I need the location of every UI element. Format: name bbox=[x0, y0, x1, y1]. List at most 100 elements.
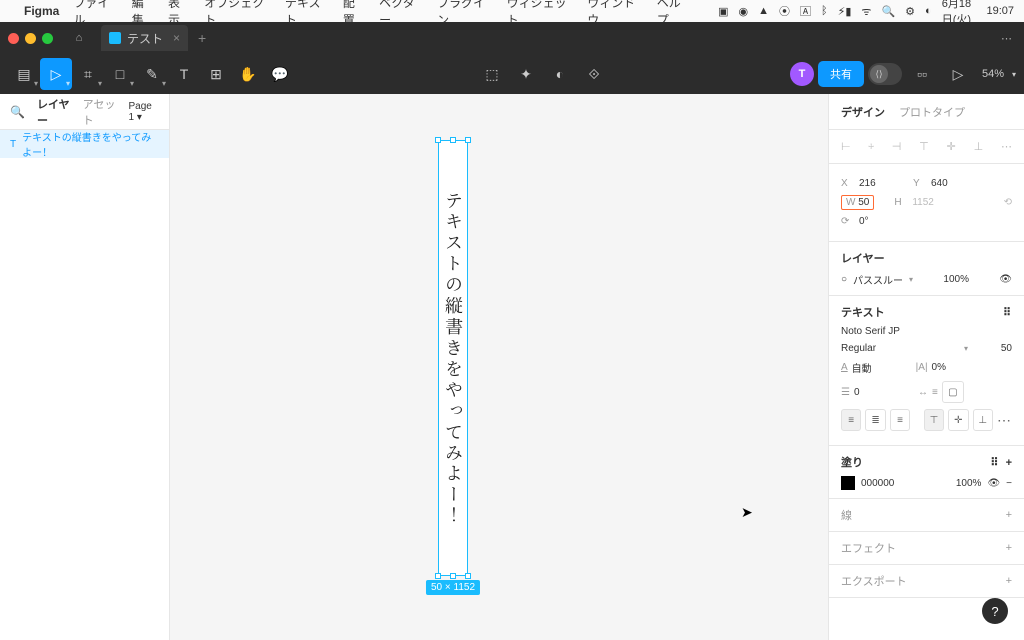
canvas[interactable]: テキストの縦書きをやってみよー！ 50 × 1152 ➤ bbox=[170, 94, 828, 640]
zoom-chevron-icon[interactable]: ▾ bbox=[1012, 70, 1016, 79]
time-label[interactable]: 19:07 bbox=[986, 5, 1014, 17]
new-tab-button[interactable]: + bbox=[198, 30, 206, 46]
home-button[interactable]: ⌂ bbox=[65, 26, 93, 50]
battery-icon[interactable]: ⚡︎▮ bbox=[838, 5, 852, 18]
zoom-control[interactable]: 54% bbox=[982, 68, 1004, 80]
main-menu-button[interactable]: ▤▾ bbox=[8, 58, 40, 90]
window-max-icon[interactable] bbox=[42, 33, 53, 44]
resources-tool[interactable]: ⊞ bbox=[200, 58, 232, 90]
align-hcenter-icon[interactable]: ⧾ bbox=[868, 140, 874, 153]
pen-tool[interactable]: ✎▾ bbox=[136, 58, 168, 90]
text-settings-icon[interactable]: ⠿ bbox=[1003, 306, 1012, 319]
letterspacing-input[interactable]: 0% bbox=[932, 362, 946, 373]
autowidth-icon[interactable]: ↔ bbox=[918, 387, 928, 398]
type-more-icon[interactable]: ⋯ bbox=[997, 412, 1012, 429]
bluetooth-icon[interactable]: ᛒ bbox=[821, 5, 828, 17]
autoheight-icon[interactable]: ≡ bbox=[932, 387, 938, 398]
comment-tool[interactable]: 💬 bbox=[264, 58, 296, 90]
text-align-left-icon[interactable]: ≡ bbox=[841, 409, 861, 431]
app-name[interactable]: Figma bbox=[24, 4, 59, 18]
assets-tab[interactable]: アセット bbox=[83, 96, 117, 128]
status-icon-box[interactable]: 🄰 bbox=[800, 3, 811, 19]
tab-design[interactable]: デザイン bbox=[841, 104, 885, 120]
control-center-icon[interactable]: ⚙ bbox=[905, 5, 915, 18]
tab-close-icon[interactable]: × bbox=[173, 31, 180, 45]
y-input[interactable]: 640 bbox=[931, 178, 979, 189]
align-top-icon[interactable]: ⊤ bbox=[919, 140, 929, 153]
align-vcenter-icon[interactable]: ✛ bbox=[947, 140, 956, 153]
font-weight[interactable]: Regular bbox=[841, 343, 960, 354]
add-fill-icon[interactable]: + bbox=[1006, 457, 1012, 469]
resize-handle-tr[interactable] bbox=[465, 137, 471, 143]
window-close-icon[interactable] bbox=[8, 33, 19, 44]
fill-visibility-icon[interactable]: 👁 bbox=[987, 478, 1000, 489]
font-family[interactable]: Noto Serif JP bbox=[841, 326, 1012, 337]
status-icon-rec[interactable]: ⦿ bbox=[779, 3, 790, 19]
library-icon[interactable]: ▫▫ bbox=[906, 58, 938, 90]
lineheight-input[interactable]: 自動 bbox=[852, 360, 902, 375]
fill-swatch[interactable] bbox=[841, 476, 855, 490]
constrain-icon[interactable]: ⟲ bbox=[1004, 197, 1012, 208]
present-icon[interactable]: ▷ bbox=[942, 58, 974, 90]
text-align-center-icon[interactable]: ≣ bbox=[865, 409, 885, 431]
edit-object-icon[interactable]: ⬚ bbox=[476, 58, 508, 90]
figma-status-icon[interactable]: ▣ bbox=[718, 5, 728, 18]
share-button[interactable]: 共有 bbox=[818, 61, 864, 87]
text-align-top-icon[interactable]: ⊤ bbox=[924, 409, 944, 431]
line-icon[interactable]: ◉ bbox=[739, 5, 749, 18]
file-tab[interactable]: テスト × bbox=[101, 25, 188, 51]
move-tool[interactable]: ▷▾ bbox=[40, 58, 72, 90]
devmode-toggle[interactable]: ⟨⟩ bbox=[868, 63, 902, 85]
paragraph-input[interactable]: 0 bbox=[854, 387, 904, 398]
resize-handle-bm[interactable] bbox=[450, 573, 456, 579]
align-right-icon[interactable]: ⊣ bbox=[892, 140, 902, 153]
hand-tool[interactable]: ✋ bbox=[232, 58, 264, 90]
shape-tool[interactable]: □▾ bbox=[104, 58, 136, 90]
tabbar-more-icon[interactable]: ⋯ bbox=[1001, 32, 1012, 45]
fill-opacity[interactable]: 100% bbox=[956, 478, 982, 489]
mask-icon[interactable]: ◐ bbox=[544, 58, 576, 90]
link-icon[interactable]: ⟐ bbox=[578, 58, 610, 90]
align-left-icon[interactable]: ⊢ bbox=[841, 140, 851, 153]
fill-hex[interactable]: 000000 bbox=[861, 478, 894, 489]
remove-fill-icon[interactable]: − bbox=[1006, 478, 1012, 489]
frame-tool[interactable]: ⌗▾ bbox=[72, 58, 104, 90]
text-align-right-icon[interactable]: ≡ bbox=[890, 409, 910, 431]
search-icon[interactable]: 🔍 bbox=[10, 105, 25, 119]
status-icon-a[interactable]: ▲ bbox=[758, 5, 769, 17]
resize-handle-br[interactable] bbox=[465, 573, 471, 579]
layer-row[interactable]: T テキストの縦書きをやってみよー！ bbox=[0, 130, 169, 158]
visibility-icon[interactable]: 👁 bbox=[999, 274, 1012, 285]
siri-icon[interactable]: ◐ bbox=[925, 5, 932, 17]
resize-handle-tl[interactable] bbox=[435, 137, 441, 143]
x-input[interactable]: 216 bbox=[859, 178, 907, 189]
fixedsize-icon[interactable]: ▢ bbox=[942, 381, 964, 403]
page-selector[interactable]: Page 1 ▾ bbox=[128, 101, 159, 123]
text-align-middle-icon[interactable]: ✛ bbox=[948, 409, 968, 431]
resize-handle-tm[interactable] bbox=[450, 137, 456, 143]
help-button[interactable]: ? bbox=[982, 598, 1008, 624]
text-align-bottom-icon[interactable]: ⊥ bbox=[973, 409, 993, 431]
h-input[interactable]: 1152 bbox=[912, 197, 960, 208]
fill-style-icon[interactable]: ⠿ bbox=[990, 457, 999, 469]
avatar[interactable]: T bbox=[790, 62, 814, 86]
add-stroke-icon[interactable]: + bbox=[1006, 509, 1012, 521]
align-more-icon[interactable]: ⋯ bbox=[1001, 140, 1012, 153]
resize-handle-bl[interactable] bbox=[435, 573, 441, 579]
add-effect-icon[interactable]: + bbox=[1006, 542, 1012, 554]
add-export-icon[interactable]: + bbox=[1006, 575, 1012, 587]
search-icon[interactable]: 🔍 bbox=[881, 5, 895, 18]
w-input[interactable]: 50 bbox=[858, 197, 869, 208]
selected-text-frame[interactable]: テキストの縦書きをやってみよー！ 50 × 1152 bbox=[438, 140, 468, 576]
layers-tab[interactable]: レイヤー bbox=[37, 96, 71, 128]
window-min-icon[interactable] bbox=[25, 33, 36, 44]
blend-mode[interactable]: パススルー bbox=[853, 272, 903, 287]
tab-prototype[interactable]: プロトタイプ bbox=[899, 104, 965, 120]
text-tool[interactable]: T bbox=[168, 58, 200, 90]
font-size[interactable]: 50 bbox=[972, 343, 1012, 354]
wifi-icon[interactable]: ᯤ bbox=[861, 4, 871, 19]
rotation-input[interactable]: 0° bbox=[859, 216, 907, 227]
component-icon[interactable]: ✦ bbox=[510, 58, 542, 90]
align-bottom-icon[interactable]: ⊥ bbox=[974, 140, 984, 153]
opacity-input[interactable]: 100% bbox=[943, 274, 969, 285]
